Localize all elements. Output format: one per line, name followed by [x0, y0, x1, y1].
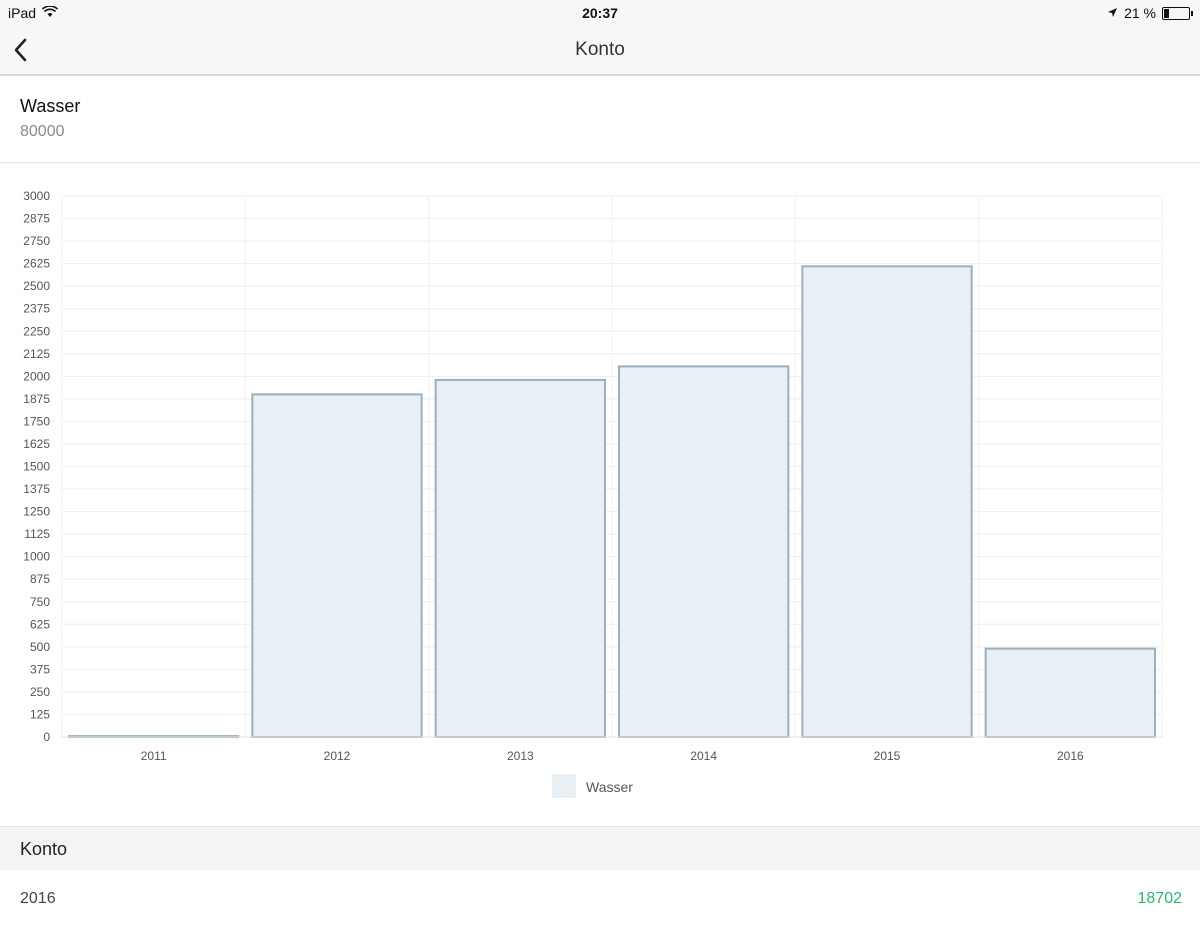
y-tick-label: 2750: [23, 234, 50, 248]
y-tick-label: 2250: [23, 324, 50, 338]
list-item-value: 18702: [1137, 890, 1183, 907]
y-tick-label: 2125: [23, 347, 50, 361]
legend-label: Wasser: [586, 779, 633, 795]
y-tick-label: 1750: [23, 414, 50, 428]
y-tick-label: 1375: [23, 482, 50, 496]
y-tick-label: 2000: [23, 369, 50, 383]
x-tick-label: 2016: [1057, 749, 1084, 763]
section-header: Konto: [0, 826, 1200, 871]
y-tick-label: 375: [30, 662, 50, 676]
x-tick-label: 2014: [690, 749, 717, 763]
y-tick-label: 750: [30, 595, 50, 609]
account-name: Wasser: [20, 96, 81, 116]
y-tick-label: 2500: [23, 279, 50, 293]
y-tick-label: 1125: [24, 527, 50, 541]
section-title: Konto: [20, 839, 68, 859]
bar: [984, 647, 1157, 738]
location-arrow-icon: [1107, 5, 1118, 21]
bar: [434, 378, 606, 738]
bar: [801, 265, 973, 739]
y-tick-label: 125: [30, 707, 50, 721]
y-tick-label: 2375: [23, 302, 50, 316]
x-tick-label: 2015: [874, 749, 901, 763]
y-tick-label: 2625: [23, 257, 50, 271]
y-tick-label: 625: [30, 617, 50, 631]
x-tick-label: 2012: [324, 749, 351, 763]
y-tick-label: 0: [43, 730, 50, 744]
account-header: Wasser 80000: [0, 76, 1200, 163]
y-tick-label: 1625: [23, 437, 50, 451]
page-title: Konto: [575, 39, 625, 60]
y-tick-label: 1875: [23, 392, 50, 406]
status-time: 20:37: [582, 5, 618, 21]
account-amount: 80000: [20, 123, 65, 140]
status-bar: iPad 20:37 21 %: [0, 0, 1200, 26]
x-tick-label: 2011: [141, 749, 167, 763]
y-tick-label: 1500: [23, 460, 50, 474]
bar: [251, 393, 423, 738]
battery-icon: [1162, 6, 1193, 20]
bar: [618, 365, 790, 738]
y-tick-label: 250: [30, 685, 50, 699]
x-tick-label: 2013: [507, 749, 534, 763]
navigation-bar: Konto: [0, 26, 1200, 76]
y-tick-label: 1250: [23, 505, 50, 519]
chart-svg: 0 125 250 375 500 625 750 875 1000 1125 1250 1375 15…: [23, 189, 1163, 798]
y-tick-label: 3000: [23, 189, 50, 203]
legend-swatch: [552, 774, 576, 798]
y-tick-label: 500: [30, 640, 50, 654]
y-tick-label: 2875: [23, 212, 50, 226]
y-tick-label: 875: [30, 572, 50, 586]
battery-percent: 21 %: [1124, 5, 1156, 21]
y-tick-label: 1000: [23, 550, 50, 564]
list-item-year: 2016: [20, 890, 56, 907]
list-item[interactable]: 2016 18702: [0, 870, 1200, 930]
bar-chart: 0 125 250 375 500 625 750 875 1000 1125 1250 1375 15…: [0, 176, 1200, 810]
